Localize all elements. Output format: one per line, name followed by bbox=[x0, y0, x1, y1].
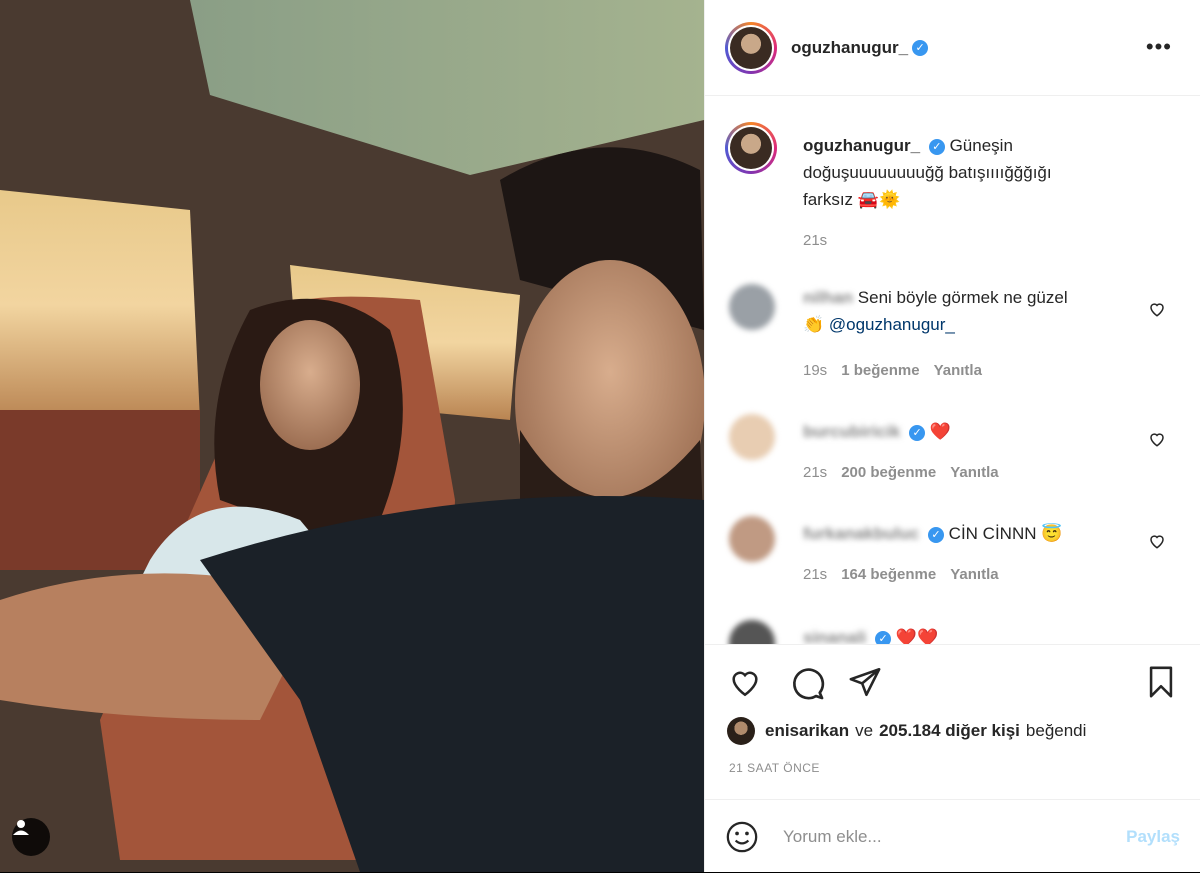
comment-like-heart-icon[interactable] bbox=[1148, 532, 1166, 550]
verified-icon: ✓ bbox=[909, 424, 926, 441]
comment-avatar[interactable] bbox=[729, 620, 775, 644]
mention-link[interactable]: @oguzhanugur_ bbox=[829, 315, 955, 334]
comment-likes[interactable]: 200 beğenme bbox=[841, 464, 936, 481]
comment-username[interactable]: burcubiricik bbox=[803, 422, 900, 441]
post-side-panel: oguzhanugur_ ✓ ••• oguzhanugur_ ✓ Güneşi… bbox=[704, 0, 1200, 872]
reply-button[interactable]: Yanıtla bbox=[950, 464, 998, 481]
comment-likes[interactable]: 164 beğenme bbox=[841, 566, 936, 583]
comment-username[interactable]: furkanakbuluc bbox=[803, 524, 919, 543]
comment-meta: 21s 164 beğenme Yanıtla bbox=[803, 566, 999, 583]
bookmark-icon[interactable] bbox=[1144, 663, 1178, 701]
comment-avatar[interactable] bbox=[729, 414, 775, 460]
likes-summary: enisarikan ve 205.184 diğer kişi beğendi bbox=[727, 717, 1086, 745]
heart-icon[interactable] bbox=[727, 665, 763, 699]
smiley-icon[interactable] bbox=[725, 820, 759, 854]
comment-meta: 19s 1 beğenme Yanıtla bbox=[803, 362, 982, 379]
caption-avatar[interactable] bbox=[725, 122, 777, 174]
comment-item: sinanali ✓ ❤️❤️ bbox=[725, 620, 1180, 644]
post-header: oguzhanugur_ ✓ ••• bbox=[705, 0, 1200, 96]
caption-text: oguzhanugur_ ✓ Güneşin doğuşuuuuuuuuğğ b… bbox=[803, 132, 1103, 213]
comment-icon[interactable] bbox=[789, 665, 825, 701]
reply-button[interactable]: Yanıtla bbox=[934, 362, 982, 379]
comment-input[interactable] bbox=[781, 825, 1127, 848]
paper-plane-icon[interactable] bbox=[847, 665, 883, 699]
comment-item: burcubiricik ✓ ❤️ 21s 200 beğenme Yanıtla bbox=[725, 414, 1180, 494]
author-avatar[interactable] bbox=[725, 21, 777, 74]
verified-icon: ✓ bbox=[928, 138, 945, 155]
comment-avatar[interactable] bbox=[729, 284, 775, 330]
comments-list[interactable]: oguzhanugur_ ✓ Güneşin doğuşuuuuuuuuğğ b… bbox=[705, 96, 1200, 644]
liker-username[interactable]: enisarikan bbox=[765, 721, 849, 741]
verified-icon: ✓ bbox=[875, 630, 892, 644]
verified-icon: ✓ bbox=[927, 526, 944, 543]
author-username[interactable]: oguzhanugur_ bbox=[791, 38, 908, 58]
photo-illustration bbox=[0, 0, 704, 872]
comment-item: nilhan Seni böyle görmek ne güzel 👏 @ogu… bbox=[725, 284, 1180, 384]
caption-username[interactable]: oguzhanugur_ bbox=[803, 136, 920, 155]
caption-time: 21s bbox=[803, 232, 828, 249]
comment-username[interactable]: sinanali bbox=[803, 628, 866, 644]
reply-button[interactable]: Yanıtla bbox=[950, 566, 998, 583]
comment-username[interactable]: nilhan bbox=[803, 288, 853, 307]
likes-count-link[interactable]: 205.184 diğer kişi bbox=[879, 721, 1020, 741]
comment-avatar[interactable] bbox=[729, 516, 775, 562]
verified-icon: ✓ bbox=[912, 39, 929, 56]
post-photo[interactable] bbox=[0, 0, 704, 872]
action-bar bbox=[727, 663, 1178, 703]
add-comment-bar: Paylaş bbox=[705, 799, 1200, 873]
post-timestamp[interactable]: 21 SAAT ÖNCE bbox=[729, 761, 820, 775]
comment-likes[interactable]: 1 beğenme bbox=[841, 362, 919, 379]
comment-meta: 21s 200 beğenme Yanıtla bbox=[803, 464, 999, 481]
comment-text: burcubiricik ✓ ❤️ bbox=[803, 422, 951, 441]
post-actions-area: enisarikan ve 205.184 diğer kişi beğendi… bbox=[705, 644, 1200, 873]
liker-avatar[interactable] bbox=[727, 717, 755, 745]
post-comment-button[interactable]: Paylaş bbox=[1126, 827, 1180, 847]
comment-like-heart-icon[interactable] bbox=[1148, 430, 1166, 448]
comment-like-heart-icon[interactable] bbox=[1148, 300, 1166, 318]
comment-text: furkanakbuluc ✓ CİN CİNNN 😇 bbox=[803, 524, 1063, 543]
user-tag-button[interactable] bbox=[12, 818, 50, 856]
comment-item: furkanakbuluc ✓ CİN CİNNN 😇 21s 164 beğen… bbox=[725, 516, 1180, 596]
more-options-button[interactable]: ••• bbox=[1146, 34, 1172, 60]
comment-text: sinanali ✓ ❤️❤️ bbox=[803, 624, 1083, 644]
comment-text: nilhan Seni böyle görmek ne güzel 👏 @ogu… bbox=[803, 288, 1068, 334]
user-tag-icon bbox=[13, 820, 29, 835]
